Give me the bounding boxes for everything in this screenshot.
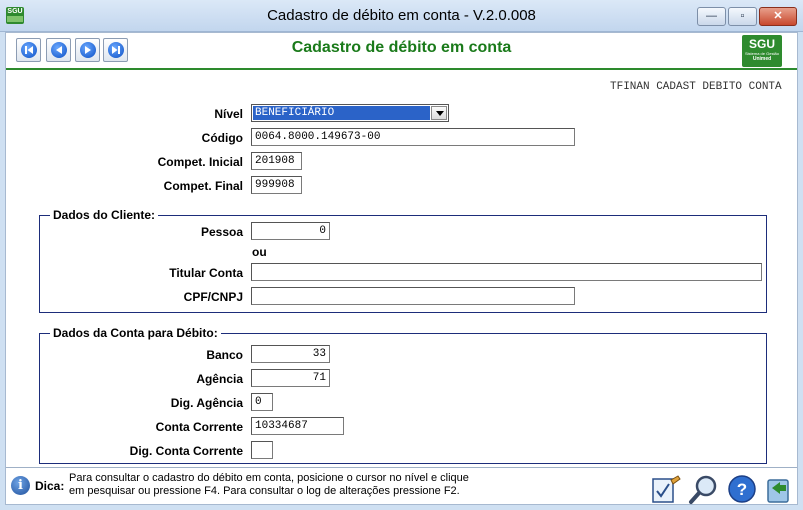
toolbar: Cadastro de débito em conta SGU Sistema …	[6, 33, 797, 70]
nivel-select[interactable]: BENEFICIÁRIO	[251, 104, 449, 122]
exit-button[interactable]	[762, 474, 794, 505]
exit-icon	[767, 479, 789, 503]
chevron-down-icon[interactable]	[431, 106, 447, 120]
agencia-label: Agência	[196, 372, 243, 386]
conta-corrente-label: Conta Corrente	[155, 420, 243, 434]
page-title: Cadastro de débito em conta	[291, 39, 512, 56]
nivel-label: Nível	[214, 107, 243, 121]
titular-conta-input[interactable]	[251, 263, 762, 281]
dig-conta-corrente-input[interactable]	[251, 441, 273, 459]
help-button[interactable]: ?	[726, 474, 758, 505]
dig-conta-corrente-label: Dig. Conta Corrente	[129, 444, 243, 458]
ou-label: ou	[252, 245, 267, 259]
compet-final-input[interactable]: 999908	[251, 176, 302, 194]
tip-bar: i Dica: Para consultar o cadastro do déb…	[6, 467, 797, 504]
logo-brand: Unimed	[752, 56, 772, 62]
compet-final-label: Compet. Final	[163, 179, 243, 193]
edit-button[interactable]	[650, 474, 682, 505]
window-title: Cadastro de débito em conta - V.2.0.008	[267, 7, 536, 24]
agencia-input[interactable]: 71	[251, 369, 330, 387]
conta-group-title: Dados da Conta para Débito:	[50, 326, 221, 340]
dica-text-line2: em pesquisar ou pressione F4. Para consu…	[69, 485, 460, 497]
edit-icon	[652, 475, 681, 503]
codigo-input[interactable]: 0064.8000.149673-00	[251, 128, 575, 146]
cpf-cnpj-label: CPF/CNPJ	[183, 290, 243, 304]
banco-input[interactable]: 33	[251, 345, 330, 363]
dica-text: Para consultar o cadastro do débito em c…	[69, 472, 479, 498]
info-icon: i	[11, 476, 30, 495]
cliente-group-title: Dados do Cliente:	[50, 208, 159, 222]
form-frame: Cadastro de débito em conta SGU Sistema …	[5, 32, 798, 505]
window-titlebar: SGU Cadastro de débito em conta - V.2.0.…	[0, 0, 803, 32]
help-icon: ?	[728, 475, 756, 503]
minimize-button[interactable]: —	[697, 7, 726, 26]
dig-agencia-label: Dig. Agência	[170, 396, 243, 410]
sgu-logo: SGU Sistema de Gestão Unimed	[742, 35, 782, 67]
search-button[interactable]	[688, 474, 720, 505]
dica-text-line1: Para consultar o cadastro do débito em c…	[69, 472, 469, 484]
pessoa-label: Pessoa	[200, 225, 243, 239]
banco-label: Banco	[206, 348, 243, 362]
close-button[interactable]: ✕	[759, 7, 797, 26]
nivel-selected-value: BENEFICIÁRIO	[253, 106, 430, 120]
pessoa-input[interactable]: 0	[251, 222, 330, 240]
cpf-cnpj-input[interactable]	[251, 287, 575, 305]
maximize-button[interactable]: ▫	[728, 7, 757, 26]
svg-text:?: ?	[737, 480, 747, 499]
search-icon	[689, 475, 717, 504]
compet-inicial-label: Compet. Inicial	[157, 155, 243, 169]
logo-text: SGU	[748, 37, 775, 51]
titular-conta-label: Titular Conta	[169, 266, 243, 280]
codigo-label: Código	[201, 131, 243, 145]
dig-agencia-input[interactable]: 0	[251, 393, 273, 411]
compet-inicial-input[interactable]: 201908	[251, 152, 302, 170]
form-code: TFINAN CADAST DEBITO CONTA	[610, 81, 782, 93]
conta-corrente-input[interactable]: 10334687	[251, 417, 344, 435]
dica-label: Dica:	[35, 479, 65, 493]
